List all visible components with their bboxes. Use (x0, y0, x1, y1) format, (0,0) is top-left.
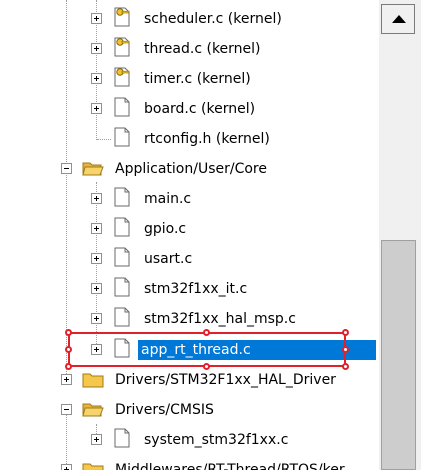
annotation-handle (342, 329, 349, 336)
tree-item-label: Drivers/STM32F1xx_HAL_Driver (115, 372, 336, 388)
collapse-icon[interactable] (61, 404, 72, 415)
document-icon (114, 97, 130, 117)
tree-item-rtconfig[interactable]: rtconfig.h (kernel) (0, 123, 379, 153)
expand-icon[interactable] (91, 313, 102, 324)
document-icon (114, 247, 130, 267)
expand-icon[interactable] (91, 43, 102, 54)
document-icon (114, 307, 130, 327)
project-tree: scheduler.c (kernel) thread.c (kernel) t… (0, 0, 379, 470)
annotation-highlight-box (68, 332, 346, 367)
tree-item-label: rtconfig.h (kernel) (144, 131, 270, 147)
key-document-icon (114, 37, 130, 57)
vertical-scrollbar[interactable] (379, 0, 421, 470)
expand-icon[interactable] (91, 253, 102, 264)
expand-icon[interactable] (61, 374, 72, 385)
folder-icon (82, 373, 104, 388)
expand-icon[interactable] (91, 73, 102, 84)
tree-item-label: timer.c (kernel) (144, 71, 251, 87)
tree-folder-application-user-core[interactable]: Application/User/Core (0, 153, 379, 183)
tree-item-stm32f1xx-it[interactable]: stm32f1xx_it.c (0, 273, 379, 303)
expand-icon[interactable] (61, 464, 72, 470)
annotation-handle (65, 346, 72, 353)
folder-open-icon (82, 403, 104, 417)
document-icon (114, 127, 130, 147)
document-icon (114, 187, 130, 207)
expand-icon[interactable] (91, 193, 102, 204)
annotation-handle (65, 329, 72, 336)
tree-item-label: Middlewares/RT-Thread/RTOS/ker (115, 462, 345, 470)
document-icon (114, 428, 130, 448)
tree-item-timer[interactable]: timer.c (kernel) (0, 63, 379, 93)
expand-icon[interactable] (91, 223, 102, 234)
annotation-handle (203, 329, 210, 336)
tree-item-label: Drivers/CMSIS (115, 402, 214, 418)
document-icon (114, 217, 130, 237)
document-icon (114, 277, 130, 297)
tree-folder-drivers-cmsis[interactable]: Drivers/CMSIS (0, 394, 379, 424)
tree-item-stm32f1xx-hal-msp[interactable]: stm32f1xx_hal_msp.c (0, 303, 379, 333)
expand-icon[interactable] (91, 13, 102, 24)
tree-item-label: main.c (144, 191, 192, 207)
key-document-icon (114, 67, 130, 87)
tree-item-label: system_stm32f1xx.c (144, 432, 289, 448)
expand-icon[interactable] (91, 434, 102, 445)
expand-icon[interactable] (91, 283, 102, 294)
tree-item-label: Application/User/Core (115, 161, 267, 177)
tree-item-gpio[interactable]: gpio.c (0, 213, 379, 243)
annotation-handle (65, 363, 72, 370)
folder-icon (82, 463, 104, 470)
annotation-handle (203, 363, 210, 370)
tree-item-main[interactable]: main.c (0, 183, 379, 213)
key-document-icon (114, 7, 130, 27)
scroll-up-button[interactable] (381, 4, 415, 34)
expand-icon[interactable] (91, 103, 102, 114)
folder-open-icon (82, 162, 104, 176)
tree-folder-drivers-hal[interactable]: Drivers/STM32F1xx_HAL_Driver (0, 364, 379, 394)
tree-folder-middlewares[interactable]: Middlewares/RT-Thread/RTOS/ker (0, 454, 379, 470)
collapse-icon[interactable] (61, 163, 72, 174)
tree-item-label: usart.c (144, 251, 193, 267)
tree-item-thread[interactable]: thread.c (kernel) (0, 33, 379, 63)
tree-item-usart[interactable]: usart.c (0, 243, 379, 273)
tree-item-system-stm32f1xx[interactable]: system_stm32f1xx.c (0, 424, 379, 454)
annotation-handle (342, 363, 349, 370)
tree-item-label: stm32f1xx_hal_msp.c (144, 311, 296, 327)
tree-item-scheduler[interactable]: scheduler.c (kernel) (0, 3, 379, 33)
tree-item-label: board.c (kernel) (144, 101, 256, 117)
tree-item-label: scheduler.c (kernel) (144, 11, 282, 27)
scrollbar-thumb[interactable] (381, 240, 416, 470)
annotation-handle (342, 346, 349, 353)
tree-item-board[interactable]: board.c (kernel) (0, 93, 379, 123)
tree-item-label: thread.c (kernel) (144, 41, 261, 57)
tree-item-label: stm32f1xx_it.c (144, 281, 248, 297)
tree-item-label: gpio.c (144, 221, 187, 237)
